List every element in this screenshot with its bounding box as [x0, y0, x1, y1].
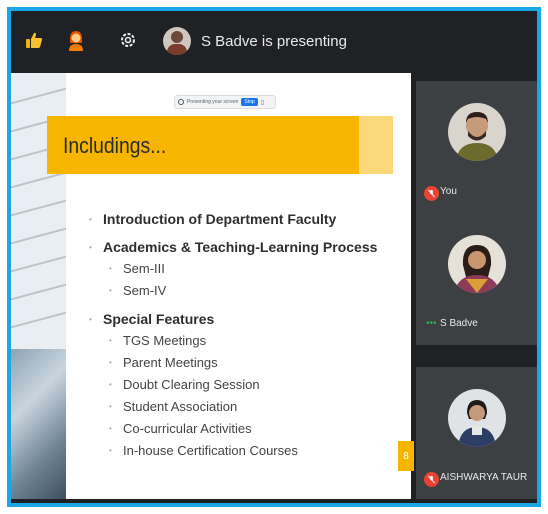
bullet-text: Special Features [103, 311, 215, 327]
participant-name: S Badve [440, 318, 478, 329]
bullet-icon: • [109, 446, 112, 455]
bullet-icon: • [109, 424, 112, 433]
presenting-text: S Badve is presenting [201, 32, 347, 50]
slide-bullet-item: • Introduction of Department Faculty [89, 211, 336, 227]
hide-icon[interactable]: ▯ [261, 99, 264, 106]
mic-off-icon [424, 186, 439, 201]
bullet-text: Doubt Clearing Session [123, 377, 260, 392]
bullet-icon: • [109, 358, 112, 367]
bullet-text: Parent Meetings [123, 355, 218, 370]
slide-bullet-item: • Academics & Teaching-Learning Process [89, 239, 377, 255]
slide-sub-bullet-item: • In-house Certification Courses [109, 443, 298, 458]
bullet-icon: • [89, 314, 92, 324]
presenting-indicator: S Badve is presenting [163, 23, 347, 59]
bullet-text: Academics & Teaching-Learning Process [103, 239, 378, 255]
bullet-icon: • [109, 402, 112, 411]
settings-icon[interactable] [111, 23, 145, 57]
slide-sub-bullet-item: • Parent Meetings [109, 355, 218, 370]
participant-tile-aishwarya[interactable]: AISHWARYA TAUR [416, 367, 537, 499]
slide-title-banner: Includings... [47, 116, 393, 174]
slide-sub-bullet-item: • Doubt Clearing Session [109, 377, 260, 392]
slide-sub-bullet-item: • TGS Meetings [109, 333, 206, 348]
stop-share-button[interactable]: Stop [241, 98, 258, 106]
bullet-text: Introduction of Department Faculty [103, 211, 337, 227]
bullet-icon: • [109, 336, 112, 345]
slide-page-number: 8 [398, 441, 414, 471]
mic-off-icon [424, 472, 439, 487]
bullet-text: Student Association [123, 399, 238, 414]
avatar [448, 389, 506, 447]
bullet-icon: • [109, 380, 112, 389]
presenter-avatar [163, 27, 191, 55]
screen-share-bar: Presenting your screen Stop ▯ [174, 95, 276, 109]
participant-name: You [440, 186, 457, 197]
bullet-text: TGS Meetings [123, 333, 207, 348]
top-bar: S Badve is presenting [11, 11, 537, 73]
bullet-text: Sem-III [123, 261, 165, 276]
slide-sub-bullet-item: • Sem-III [109, 261, 165, 276]
share-bar-text: Presenting your screen [187, 99, 239, 105]
slide-bullet-item: • Special Features [89, 311, 214, 327]
shared-slide: Presenting your screen Stop ▯ Includings… [11, 73, 414, 499]
bullet-text: Sem-IV [123, 283, 167, 298]
slide-title: Includings... [63, 133, 167, 158]
slide-sub-bullet-item: • Sem-IV [109, 283, 166, 298]
bullet-text: Co-curricular Activities [123, 421, 252, 436]
bullet-icon: • [109, 264, 112, 273]
speaking-indicator: ••• [426, 318, 437, 329]
slide-sub-bullet-item: • Student Association [109, 399, 237, 414]
participant-tile-you[interactable]: You [416, 81, 537, 213]
bullet-text: In-house Certification Courses [123, 443, 298, 458]
avatar [448, 235, 506, 293]
bullet-icon: • [89, 242, 92, 252]
thumbs-up-icon[interactable] [17, 23, 51, 57]
participant-tile-s-badve[interactable]: ••• S Badve [416, 213, 537, 345]
bullet-icon: • [109, 286, 112, 295]
avatar [448, 103, 506, 161]
meeting-window: S Badve is presenting Presenting your sc… [7, 7, 541, 507]
participant-name: AISHWARYA TAUR [440, 472, 528, 483]
bullet-icon: • [89, 214, 92, 224]
slide-sub-bullet-item: • Co-curricular Activities [109, 421, 252, 436]
search-icon [178, 99, 184, 105]
person-emoji-icon[interactable] [59, 23, 93, 57]
